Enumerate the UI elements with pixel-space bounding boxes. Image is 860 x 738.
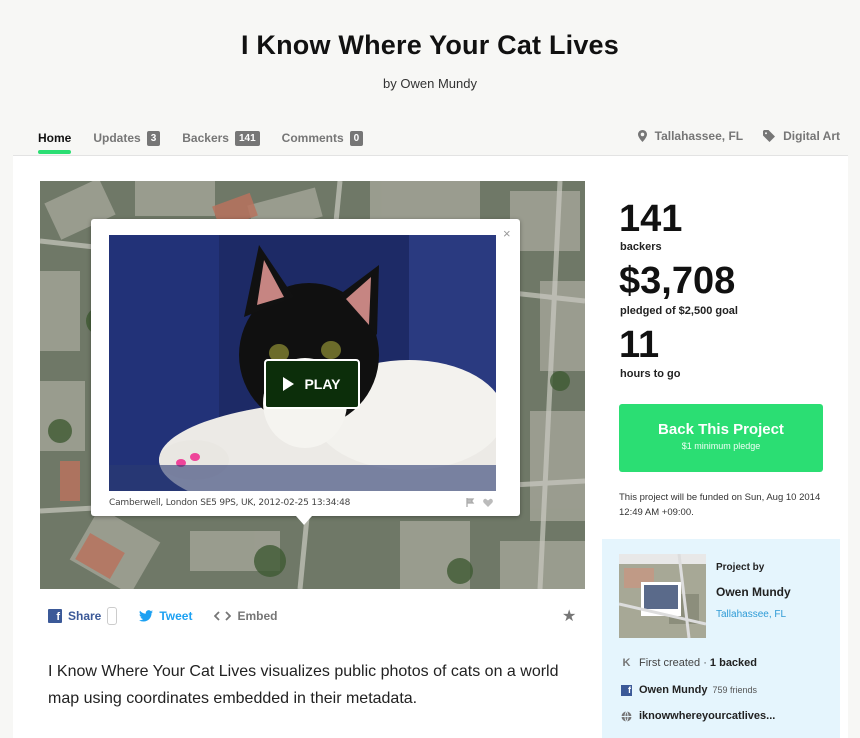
facebook-friends: 759 friends	[712, 685, 757, 695]
creator-name[interactable]: Owen Mundy	[716, 585, 791, 599]
tab-backers[interactable]: Backers 141	[182, 128, 260, 148]
website-link[interactable]: iknowwhereyourcatlives...	[639, 710, 775, 722]
pledged-amount: $3,708	[619, 260, 736, 302]
share-counter	[107, 607, 118, 625]
facebook-share-label: Share	[68, 609, 102, 623]
map-pin-icon	[637, 130, 647, 142]
project-blurb: I Know Where Your Cat Lives visualizes p…	[48, 663, 559, 707]
project-tabs: Home Updates 3 Backers 141 Comments 0	[38, 128, 385, 154]
popup-pointer	[296, 516, 312, 525]
close-icon[interactable]: ×	[503, 226, 511, 241]
twitter-icon	[139, 610, 154, 622]
embed-button[interactable]: Embed	[214, 609, 278, 623]
creator-thumbnail[interactable]	[619, 554, 706, 638]
tag-icon	[763, 130, 776, 142]
tab-updates-label: Updates	[93, 131, 141, 145]
facebook-share-button[interactable]: f Share	[48, 607, 118, 625]
play-label: PLAY	[304, 376, 341, 392]
history-separator: ·	[700, 657, 710, 669]
category-link[interactable]: Digital Art	[763, 129, 840, 143]
tab-home-label: Home	[38, 131, 72, 145]
creator-facebook-name[interactable]: Owen Mundy	[639, 684, 707, 696]
tab-comments-label: Comments	[281, 131, 344, 145]
play-button[interactable]: PLAY	[264, 359, 360, 409]
project-meta: Tallahassee, FL Digital Art	[618, 129, 840, 143]
code-icon	[214, 611, 232, 621]
project-title: I Know Where Your Cat Lives	[241, 30, 619, 60]
creator-website: iknowwhereyourcatlives...	[621, 710, 775, 722]
star-icon[interactable]: ★	[562, 606, 576, 626]
minimum-pledge-note: $1 minimum pledge	[681, 441, 761, 451]
facebook-icon: f	[621, 684, 632, 696]
comments-count-badge: 0	[349, 130, 364, 146]
globe-icon	[621, 710, 632, 722]
first-created-label: First created	[639, 657, 701, 669]
share-bar: f Share Tweet Embed	[48, 606, 578, 626]
project-byline: by Owen Mundy	[383, 76, 477, 91]
backed-count[interactable]: 1 backed	[710, 657, 757, 669]
photo-caption: Camberwell, London SE5 9PS, UK, 2012-02-…	[109, 498, 351, 508]
heart-icon[interactable]	[483, 498, 493, 507]
tweet-label: Tweet	[159, 609, 193, 623]
tweet-button[interactable]: Tweet	[139, 609, 192, 623]
tab-comments[interactable]: Comments 0	[282, 128, 364, 148]
tab-home[interactable]: Home	[38, 128, 72, 154]
flag-icon[interactable]	[466, 498, 475, 507]
funding-note: This project will be funded on Sun, Aug …	[619, 492, 821, 518]
creator-facebook: f Owen Mundy 759 friends	[621, 684, 757, 696]
category-label: Digital Art	[783, 129, 840, 143]
project-by-label: Project by	[716, 562, 765, 573]
backers-count-badge: 141	[234, 130, 260, 146]
creator-history: K First created · 1 backed	[621, 657, 758, 669]
pledged-label: pledged of $2,500 goal	[620, 305, 738, 317]
back-this-project-button[interactable]: Back This Project $1 minimum pledge	[619, 404, 823, 472]
hours-remaining: 11	[619, 324, 660, 366]
creator-thumbnail-image	[619, 554, 706, 638]
play-icon	[283, 377, 295, 391]
tab-backers-label: Backers	[182, 131, 229, 145]
facebook-icon: f	[48, 609, 62, 623]
back-button-label: Back This Project	[658, 421, 784, 438]
tab-updates[interactable]: Updates 3	[93, 128, 161, 148]
updates-count-badge: 3	[146, 130, 161, 146]
backers-label: backers	[620, 241, 662, 253]
backers-count: 141	[619, 198, 683, 240]
hours-label: hours to go	[620, 368, 681, 380]
creator-location-link[interactable]: Tallahassee, FL	[716, 609, 786, 620]
location-link[interactable]: Tallahassee, FL	[637, 129, 744, 143]
location-label: Tallahassee, FL	[654, 129, 744, 143]
embed-label: Embed	[237, 609, 278, 623]
photo-actions	[466, 498, 493, 507]
kickstarter-icon: K	[622, 657, 631, 669]
